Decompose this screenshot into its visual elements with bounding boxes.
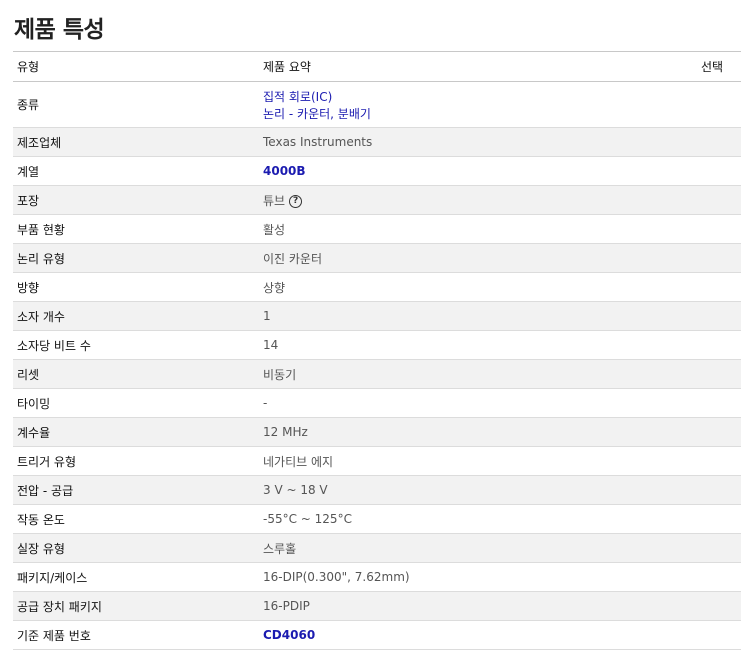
- attr-value: 집적 회로(IC) 논리 - 카운터, 분배기: [259, 81, 697, 128]
- table-row: 실장 유형 스루홀: [13, 533, 741, 563]
- attr-value: 12 MHz: [259, 417, 697, 447]
- attr-label: 부품 현황: [13, 214, 259, 244]
- attr-value: 16-DIP(0.300", 7.62mm): [259, 562, 697, 592]
- attr-label: 논리 유형: [13, 243, 259, 273]
- attr-label: 계열: [13, 156, 259, 186]
- attr-value: 네가티브 에지: [259, 446, 697, 476]
- select-cell[interactable]: [697, 475, 741, 505]
- help-icon[interactable]: ?: [289, 194, 303, 208]
- attr-value: 3 V ~ 18 V: [259, 475, 697, 505]
- table-header-row: 유형 제품 요약 선택: [13, 51, 741, 82]
- packaging-value: 튜브: [263, 193, 286, 208]
- attr-label: 소자 개수: [13, 301, 259, 331]
- attr-label: 제조업체: [13, 127, 259, 157]
- select-cell[interactable]: [697, 620, 741, 650]
- attr-value: Texas Instruments: [259, 127, 697, 157]
- table-row: 소자 개수 1: [13, 301, 741, 331]
- select-cell[interactable]: [697, 214, 741, 244]
- table-row: 계수율 12 MHz: [13, 417, 741, 447]
- attr-label: 전압 - 공급: [13, 475, 259, 505]
- attr-label: 작동 온도: [13, 504, 259, 534]
- table-row: 공급 장치 패키지 16-PDIP: [13, 591, 741, 621]
- table-row: 전압 - 공급 3 V ~ 18 V: [13, 475, 741, 505]
- category-link-counters[interactable]: 논리 - 카운터, 분배기: [263, 105, 697, 122]
- attr-label: 소자당 비트 수: [13, 330, 259, 360]
- attr-value: CD4060: [259, 620, 697, 650]
- select-cell[interactable]: [697, 417, 741, 447]
- series-link[interactable]: 4000B: [263, 164, 306, 178]
- select-cell[interactable]: [697, 330, 741, 360]
- attr-label: 공급 장치 패키지: [13, 591, 259, 621]
- select-cell[interactable]: [697, 591, 741, 621]
- page-title: 제품 특성: [14, 17, 105, 43]
- table-row: 소자당 비트 수 14: [13, 330, 741, 360]
- category-link-ic[interactable]: 집적 회로(IC): [263, 88, 697, 105]
- base-part-number-link[interactable]: CD4060: [263, 628, 315, 642]
- attr-value: 이진 카운터: [259, 243, 697, 273]
- attr-label: 타이밍: [13, 388, 259, 418]
- table-row: 리셋 비동기: [13, 359, 741, 389]
- table-row: 계열 4000B: [13, 156, 741, 186]
- table-row: 제조업체 Texas Instruments: [13, 127, 741, 157]
- select-cell[interactable]: [697, 388, 741, 418]
- table-row: 종류 집적 회로(IC) 논리 - 카운터, 분배기: [13, 81, 741, 128]
- attr-label: 기준 제품 번호: [13, 620, 259, 650]
- table-row: 부품 현황 활성: [13, 214, 741, 244]
- select-cell[interactable]: [697, 533, 741, 563]
- select-cell[interactable]: [697, 562, 741, 592]
- attr-value: 1: [259, 301, 697, 331]
- attr-value: -: [259, 388, 697, 418]
- table-row: 논리 유형 이진 카운터: [13, 243, 741, 273]
- header-type: 유형: [13, 51, 259, 82]
- product-attributes-table: 유형 제품 요약 선택 종류 집적 회로(IC) 논리 - 카운터, 분배기 제…: [13, 51, 741, 650]
- select-cell[interactable]: [697, 446, 741, 476]
- attr-label: 실장 유형: [13, 533, 259, 563]
- attr-label: 포장: [13, 185, 259, 215]
- table-row: 패키지/케이스 16-DIP(0.300", 7.62mm): [13, 562, 741, 592]
- attr-label: 종류: [13, 81, 259, 128]
- table-row: 방향 상향: [13, 272, 741, 302]
- select-cell[interactable]: [697, 243, 741, 273]
- select-cell[interactable]: [697, 81, 741, 128]
- select-cell[interactable]: [697, 504, 741, 534]
- attr-label: 계수율: [13, 417, 259, 447]
- table-row: 타이밍 -: [13, 388, 741, 418]
- attr-value: 14: [259, 330, 697, 360]
- attr-value: 활성: [259, 214, 697, 244]
- table-row: 기준 제품 번호 CD4060: [13, 620, 741, 650]
- attr-label: 리셋: [13, 359, 259, 389]
- select-cell[interactable]: [697, 272, 741, 302]
- select-cell[interactable]: [697, 359, 741, 389]
- attr-label: 패키지/케이스: [13, 562, 259, 592]
- attr-label: 방향: [13, 272, 259, 302]
- select-cell[interactable]: [697, 301, 741, 331]
- table-row: 트리거 유형 네가티브 에지: [13, 446, 741, 476]
- attr-value: 비동기: [259, 359, 697, 389]
- header-select: 선택: [697, 51, 741, 82]
- attr-value: 4000B: [259, 156, 697, 186]
- attr-value: 스루홀: [259, 533, 697, 563]
- table-row: 포장 튜브?: [13, 185, 741, 215]
- attr-value: -55°C ~ 125°C: [259, 504, 697, 534]
- select-cell[interactable]: [697, 156, 741, 186]
- attr-label: 트리거 유형: [13, 446, 259, 476]
- select-cell[interactable]: [697, 127, 741, 157]
- header-summary: 제품 요약: [259, 51, 697, 82]
- attr-value: 16-PDIP: [259, 591, 697, 621]
- attr-value: 상향: [259, 272, 697, 302]
- attr-value: 튜브?: [259, 185, 697, 215]
- table-row: 작동 온도 -55°C ~ 125°C: [13, 504, 741, 534]
- select-cell[interactable]: [697, 185, 741, 215]
